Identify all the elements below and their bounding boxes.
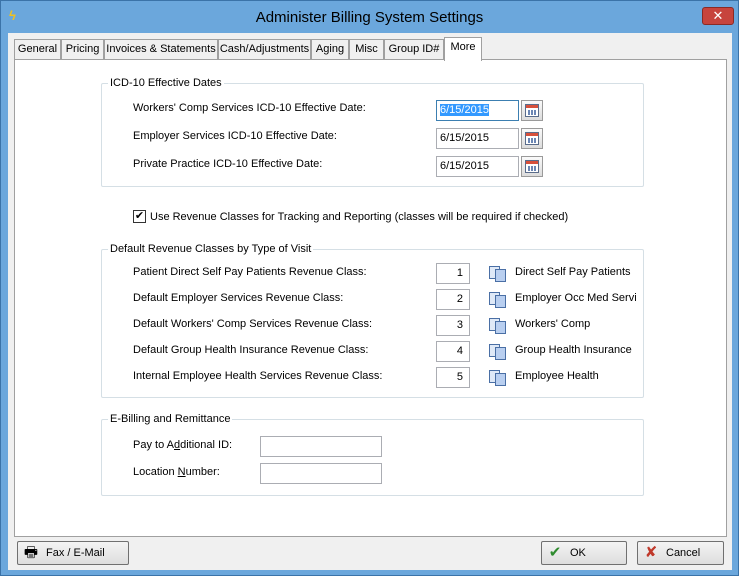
pay-to-additional-id-label: Pay to Additional ID:	[133, 439, 233, 451]
employer-icd10-calendar-button[interactable]	[521, 128, 543, 149]
revenue-classes-group: Default Revenue Classes by Type of Visit…	[101, 242, 644, 398]
revenue-class-field[interactable]: 1	[436, 263, 470, 284]
wc-icd10-date-value: 6/15/2015	[440, 104, 489, 116]
private-icd10-date-field[interactable]: 6/15/2015	[436, 156, 519, 177]
location-number-field[interactable]	[260, 463, 382, 484]
pay-to-additional-id-field[interactable]	[260, 436, 382, 457]
tab-aging[interactable]: Aging	[311, 39, 349, 60]
cancel-button[interactable]: ✘ Cancel	[637, 541, 724, 565]
revenue-class-description: Group Health Insurance	[515, 344, 632, 356]
employer-icd10-date-field[interactable]: 6/15/2015	[436, 128, 519, 149]
calendar-icon	[525, 160, 539, 173]
lookup-icon[interactable]	[487, 315, 509, 336]
tab-group-id[interactable]: Group ID#	[384, 39, 444, 60]
revenue-classes-group-title: Default Revenue Classes by Type of Visit	[108, 242, 314, 256]
revenue-row-label: Default Group Health Insurance Revenue C…	[133, 344, 369, 356]
lookup-icon[interactable]	[487, 367, 509, 388]
revenue-class-field[interactable]: 3	[436, 315, 470, 336]
window-title: Administer Billing System Settings	[255, 9, 484, 26]
revenue-class-description: Employee Health	[515, 370, 599, 382]
ebilling-group-title: E-Billing and Remittance	[108, 412, 233, 426]
private-icd10-calendar-button[interactable]	[521, 156, 543, 177]
location-number-label: Location Number:	[133, 466, 220, 478]
revenue-class-description: Employer Occ Med Servi	[515, 292, 637, 304]
fax-email-button[interactable]: 🖶 Fax / E-Mail	[17, 541, 129, 565]
tab-pricing[interactable]: Pricing	[61, 39, 104, 60]
private-icd10-date-label: Private Practice ICD-10 Effective Date:	[133, 158, 323, 170]
wc-icd10-date-label: Workers' Comp Services ICD-10 Effective …	[133, 102, 366, 114]
close-button[interactable]: ✕	[702, 7, 734, 25]
employer-icd10-date-label: Employer Services ICD-10 Effective Date:	[133, 130, 337, 142]
settings-window: ϟ Administer Billing System Settings ✕ G…	[0, 0, 739, 576]
lookup-icon[interactable]	[487, 289, 509, 310]
icd10-group: ICD-10 Effective Dates Workers' Comp Ser…	[101, 76, 644, 187]
tab-misc[interactable]: Misc	[349, 39, 384, 60]
revenue-row-label: Default Workers' Comp Services Revenue C…	[133, 318, 373, 330]
tab-more[interactable]: More	[444, 37, 482, 61]
use-revenue-classes-checkbox[interactable]: ✔	[133, 210, 146, 223]
lookup-icon[interactable]	[487, 263, 509, 284]
checkmark-icon: ✔	[548, 544, 562, 561]
revenue-class-description: Direct Self Pay Patients	[515, 266, 631, 278]
revenue-class-field[interactable]: 4	[436, 341, 470, 362]
ebilling-group: E-Billing and Remittance Pay to Addition…	[101, 412, 644, 496]
wc-icd10-calendar-button[interactable]	[521, 100, 543, 121]
title-bar: ϟ Administer Billing System Settings ✕	[1, 1, 738, 33]
tab-cash-adjustments[interactable]: Cash/Adjustments	[218, 39, 311, 60]
ok-button[interactable]: ✔ OK	[541, 541, 627, 565]
revenue-row-label: Internal Employee Health Services Revenu…	[133, 370, 383, 382]
private-icd10-date-value: 6/15/2015	[440, 160, 489, 172]
more-tab-panel: ICD-10 Effective Dates Workers' Comp Ser…	[14, 59, 727, 537]
revenue-row-label: Patient Direct Self Pay Patients Revenue…	[133, 266, 367, 278]
printer-icon: 🖶	[23, 544, 39, 561]
revenue-class-field[interactable]: 2	[436, 289, 470, 310]
lookup-icon[interactable]	[487, 341, 509, 362]
calendar-icon	[525, 132, 539, 145]
revenue-class-description: Workers' Comp	[515, 318, 591, 330]
use-revenue-classes-label: Use Revenue Classes for Tracking and Rep…	[150, 211, 569, 223]
tab-general[interactable]: General	[14, 39, 61, 60]
wc-icd10-date-field[interactable]: 6/15/2015	[436, 100, 519, 121]
dialog-body: General Pricing Invoices & Statements Ca…	[8, 33, 732, 570]
tab-invoices-statements[interactable]: Invoices & Statements	[104, 39, 218, 60]
revenue-row-label: Default Employer Services Revenue Class:	[133, 292, 344, 304]
revenue-class-field[interactable]: 5	[436, 367, 470, 388]
icd10-group-title: ICD-10 Effective Dates	[108, 76, 224, 90]
x-icon: ✘	[644, 544, 658, 561]
calendar-icon	[525, 104, 539, 117]
employer-icd10-date-value: 6/15/2015	[440, 132, 489, 144]
